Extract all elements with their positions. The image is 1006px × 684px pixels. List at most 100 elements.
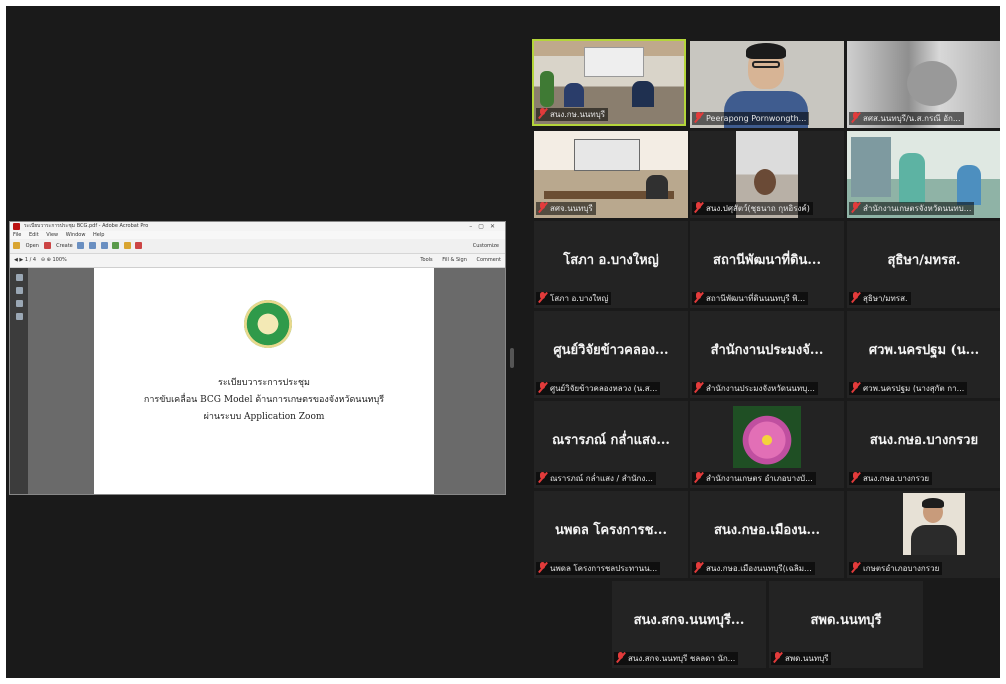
open-button[interactable]: Open [26,239,39,253]
page-nav: ◀ ▶ 1 / 4 ⊖ ⊕ 100% [14,257,67,263]
pdf-menubar: File Edit View Window Help [10,231,505,239]
muted-mic-icon [694,472,704,484]
comment-tab[interactable]: Comment [477,257,502,263]
bookmarks-icon[interactable] [15,287,23,294]
participant-name-text: ศูนย์วิจัยข้าวคลองหลวง (น.ส... [550,384,658,393]
muted-mic-icon [538,202,548,214]
stamp-icon[interactable] [135,242,143,249]
pdf-titlebar: ระเบียบวาระการประชุม BCG.pdf - Adobe Acr… [10,222,505,231]
email-icon[interactable] [100,242,108,249]
participant-name: ศวพ.นครปฐม (นางสุกัต กา... [849,382,968,395]
muted-mic-icon [851,382,861,394]
participant-name: สำนักงานประมงจังหวัดนนทบุ... [692,382,818,395]
participant-display-name: สุธิษา/มทรส. [887,253,961,268]
open-folder-icon[interactable] [13,242,20,249]
participant-tile[interactable]: Peerapong Pornwongth... [690,41,844,128]
menu-file[interactable]: File [13,232,21,238]
participant-display-name: ศวพ.นครปฐม (น... [868,343,980,358]
window-controls[interactable]: –▢✕ [469,222,501,231]
muted-mic-icon [616,652,626,664]
muted-mic-icon [851,292,861,304]
participant-name: ศูนย์วิจัยข้าวคลองหลวง (น.ส... [536,382,661,395]
shared-screen: ระเบียบวาระการประชุม BCG.pdf - Adobe Acr… [9,221,506,495]
pdf-page: ระเบียบวาระการประชุม การขับเคลื่อน BCG M… [94,268,434,494]
participant-name-text: Peerapong Pornwongth... [706,114,807,123]
signatures-icon[interactable] [15,313,23,320]
participant-tile[interactable]: สำนักงานเกษตร อำเภอบางบั... [690,401,844,488]
page-thumbnails-icon[interactable] [15,274,23,281]
muted-mic-icon [694,292,704,304]
participant-name-text: สนง.กษ.นนทบุรี [550,110,606,119]
participant-name-text: สนง.กษอ.เมืองนนทบุรี(เฉลิม... [706,564,812,573]
participant-tile[interactable]: สถานีพัฒนาที่ดิน... สถานีพัฒนาที่ดินนนทบ… [690,221,844,308]
participant-name-text: สำนักงานเกษตร อำเภอบางบั... [706,474,813,483]
print-icon[interactable] [88,242,96,249]
participant-tile[interactable]: สำนักงานประมงจั... สำนักงานประมงจังหวัดน… [690,311,844,398]
participant-name: สนง.สกจ.นนทบุรี ชลลดา นัก... [614,652,739,665]
participant-name-text: โสภา อ.บางใหญ่ [550,294,609,303]
participant-display-name: ณรารภณ์ กล่ำแสง... [552,433,670,448]
muted-mic-icon [694,562,704,574]
menu-window[interactable]: Window [66,232,86,238]
tools-tab[interactable]: Tools [420,257,432,263]
participant-tile[interactable]: นพดล โครงการช... นพดล โครงการชลประทานน..… [534,491,688,578]
participant-tile[interactable]: สศส.นนทบุรี/น.ส.กรณี อัก... [847,41,1000,128]
menu-help[interactable]: Help [93,232,104,238]
participant-tile[interactable]: สนง.ปศุสัตว์(ชุธนาถ กุหอิรงค์) [690,131,844,218]
participant-tile[interactable]: ศวพ.นครปฐม (น... ศวพ.นครปฐม (นางสุกัต กา… [847,311,1000,398]
muted-mic-icon [694,382,704,394]
participant-name: สพด.นนทบุรี [771,652,832,665]
muted-mic-icon [851,562,861,574]
participant-name: Peerapong Pornwongth... [692,112,810,125]
zoom-field[interactable]: 100% [52,257,66,263]
participant-tile[interactable]: สศจ.นนทบุรี [534,131,688,218]
highlight-icon[interactable] [123,242,131,249]
page-number-field[interactable]: 1 [25,257,28,263]
participant-tile[interactable]: ศูนย์วิจัยข้าวคลอง... ศูนย์วิจัยข้าวคลอง… [534,311,688,398]
participant-display-name: ศูนย์วิจัยข้าวคลอง... [553,343,669,358]
pdf-document-area: ระเบียบวาระการประชุม การขับเคลื่อน BCG M… [10,268,505,494]
doc-heading: ระเบียบวาระการประชุม [218,378,310,388]
participant-name-text: สนง.กษอ.บางกรวย [863,474,930,483]
participant-display-name: สถานีพัฒนาที่ดิน... [713,253,821,268]
participant-name: โสภา อ.บางใหญ่ [536,292,612,305]
participant-name-text: เกษตรอำเภอบางกรวย [863,564,940,573]
fill-sign-tab[interactable]: Fill & Sign [442,257,467,263]
comment-icon[interactable] [112,242,120,249]
participant-name: สุธิษา/มทรส. [849,292,911,305]
pdf-window-title: ระเบียบวาระการประชุม BCG.pdf - Adobe Acr… [24,223,149,229]
splitter-handle[interactable] [510,348,514,368]
create-icon[interactable] [43,242,51,249]
attachments-icon[interactable] [15,300,23,307]
muted-mic-icon [851,112,861,124]
participant-name: สำนักงานเกษตรจังหวัดนนทบ... [849,202,975,215]
participant-portrait [903,493,965,555]
participant-name: สนง.ปศุสัตว์(ชุธนาถ กุหอิรงค์) [692,202,813,215]
customize-button[interactable]: Customize [473,239,499,253]
participant-tile[interactable]: สำนักงานเกษตรจังหวัดนนทบ... [847,131,1000,218]
participant-name: สศจ.นนทบุรี [536,202,596,215]
participant-name-text: สนง.สกจ.นนทบุรี ชลลดา นัก... [628,654,736,663]
muted-mic-icon [851,472,861,484]
participant-name: นพดล โครงการชลประทานน... [536,562,661,575]
participant-name-text: สศจ.นนทบุรี [550,204,593,213]
participant-name-text: ณรารภณ์ กล่ำแสง / สำนักง... [550,474,653,483]
menu-edit[interactable]: Edit [29,232,39,238]
participant-name: ณรารภณ์ กล่ำแสง / สำนักง... [536,472,656,485]
participant-tile[interactable]: สนง.กษอ.เมืองน... สนง.กษอ.เมืองนนทบุรี(เ… [690,491,844,578]
participant-tile[interactable]: ณรารภณ์ กล่ำแสง... ณรารภณ์ กล่ำแสง / สำน… [534,401,688,488]
save-icon[interactable] [77,242,85,249]
participant-tile[interactable]: สนง.สกจ.นนทบุรี... สนง.สกจ.นนทบุรี ชลลดา… [612,581,766,668]
doc-subheading: การขับเคลื่อน BCG Model ด้านการเกษตรของจ… [143,395,385,405]
participant-tile[interactable]: สนง.กษอ.บางกรวย สนง.กษอ.บางกรวย [847,401,1000,488]
pane-tabs: Tools Fill & Sign Comment [412,254,501,267]
menu-view[interactable]: View [46,232,58,238]
participant-tile[interactable]: สุธิษา/มทรส. สุธิษา/มทรส. [847,221,1000,308]
pdf-sidebar [10,268,28,494]
participant-tile[interactable]: สนง.กษ.นนทบุรี [532,39,686,126]
create-button[interactable]: Create [56,239,73,253]
muted-mic-icon [538,382,548,394]
participant-tile[interactable]: เกษตรอำเภอบางกรวย [847,491,1000,578]
participant-tile[interactable]: สพด.นนทบุรี สพด.นนทบุรี [769,581,923,668]
participant-tile[interactable]: โสภา อ.บางใหญ่ โสภา อ.บางใหญ่ [534,221,688,308]
